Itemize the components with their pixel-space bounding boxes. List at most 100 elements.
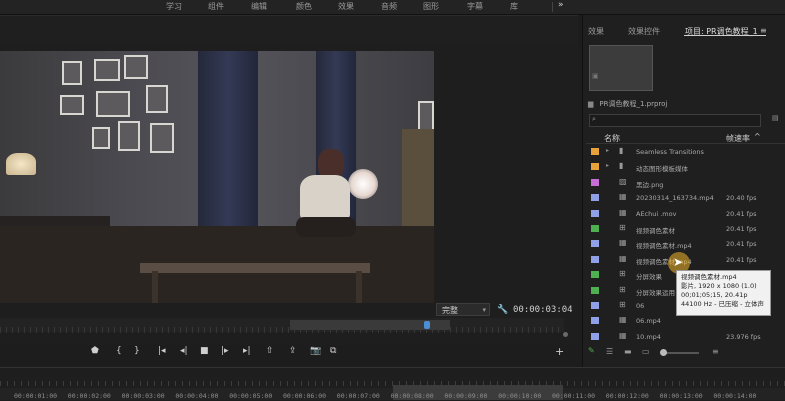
workspace-tab-assembly[interactable]: 组件	[208, 1, 224, 12]
person-body	[300, 175, 350, 219]
freeform-view-icon[interactable]: ▭	[642, 347, 650, 356]
list-item[interactable]: ▦ 20230314_163734.mp4 20.40 fps	[586, 191, 785, 206]
pencil-icon[interactable]: ✎	[588, 346, 595, 355]
wall-frame	[60, 95, 84, 115]
workspace-tab-color[interactable]: 颜色	[296, 1, 312, 12]
extract-icon[interactable]: ⇪	[289, 346, 297, 356]
list-item[interactable]: ▨ 黑边.png	[586, 176, 785, 191]
column-name[interactable]: 名称	[604, 133, 620, 144]
label-color-swatch[interactable]	[591, 163, 599, 171]
label-color-swatch[interactable]	[591, 302, 599, 309]
item-frame-rate: 20.41 fps	[726, 255, 757, 264]
workspace-tab-editing[interactable]: 编辑	[251, 1, 267, 12]
wall-frame	[94, 59, 120, 81]
wall-frame	[118, 121, 140, 151]
expand-chevron-icon[interactable]: ▸	[606, 162, 609, 169]
go-to-out-icon[interactable]: ▸|	[243, 346, 251, 356]
item-name: 06	[636, 302, 645, 310]
list-item[interactable]: ▸ ▮ 动态图形模板媒体	[586, 160, 785, 175]
fit-dropdown[interactable]: 完整 ▾	[436, 303, 490, 316]
lift-icon[interactable]: ⇧	[266, 346, 274, 356]
desk	[140, 263, 370, 273]
clip-icon: ▦	[619, 253, 627, 263]
video-frame[interactable]	[0, 51, 434, 303]
item-name: 10.mp4	[636, 332, 661, 341]
list-item[interactable]: ⊞ 视频调色素材 20.41 fps	[586, 222, 785, 237]
scrubber-end-handle[interactable]	[563, 332, 568, 337]
clip-icon: ▦	[619, 207, 627, 217]
mark-in-icon[interactable]: {	[116, 346, 122, 356]
thumbnail-size-slider[interactable]	[663, 352, 699, 354]
sort-ascending-icon[interactable]: ^	[754, 132, 761, 141]
slider-knob[interactable]	[660, 349, 667, 356]
ruler-timecode: 00:00:14:00	[713, 392, 757, 400]
image-icon: ▨	[619, 176, 627, 186]
workspace-tab-graphics[interactable]: 图形	[423, 1, 439, 12]
sequence-icon: ⊞	[619, 284, 626, 294]
list-view-icon[interactable]: ☰	[606, 347, 613, 356]
expand-chevron-icon[interactable]: ▸	[606, 147, 609, 154]
label-color-swatch[interactable]	[591, 209, 599, 217]
label-color-swatch[interactable]	[591, 148, 599, 155]
icon-view-icon[interactable]: ▬	[624, 347, 632, 356]
label-color-swatch[interactable]	[591, 225, 599, 232]
add-marker-icon[interactable]: ⬟	[91, 346, 99, 356]
export-frame-icon[interactable]: 📷	[310, 346, 321, 356]
step-forward-icon[interactable]: |▸	[221, 346, 229, 356]
list-item[interactable]: ▦ AEchui .mov 20.41 fps	[586, 207, 785, 222]
label-color-swatch[interactable]	[591, 271, 599, 279]
wall-frame	[124, 55, 148, 79]
wall-frame	[418, 101, 434, 131]
step-back-icon[interactable]: ◂|	[180, 346, 188, 356]
mark-out-icon[interactable]: }	[134, 346, 140, 356]
mouse-cursor-icon: ➤	[673, 255, 684, 269]
playhead[interactable]	[424, 321, 430, 329]
comparison-view-icon[interactable]: ⧉	[330, 346, 336, 356]
item-name: 视频调色素材	[636, 227, 675, 235]
label-color-swatch[interactable]	[591, 255, 599, 263]
ruler-timecode: 00:00:11:00	[552, 392, 596, 400]
workspace-tab-effects[interactable]: 效果	[338, 1, 354, 12]
clip-icon: ▦	[619, 315, 627, 325]
wrench-icon[interactable]: 🔧	[497, 305, 508, 315]
wall-frame	[96, 91, 130, 117]
sort-icons-icon[interactable]: ≡	[712, 347, 719, 356]
list-item[interactable]: ▦ 06.mp4	[586, 314, 785, 329]
go-to-in-icon[interactable]: |◂	[158, 346, 166, 356]
search-input[interactable]	[589, 114, 761, 127]
ruler-timecode: 00:00:13:00	[659, 392, 703, 400]
label-color-swatch[interactable]	[591, 332, 599, 340]
ruler-timecode: 00:00:06:00	[283, 392, 327, 400]
list-item[interactable]: ▸ ▮ Seamless Transitions	[586, 145, 785, 160]
ruler-timecode: 00:00:03:00	[121, 392, 165, 400]
wall-frame	[146, 85, 168, 113]
workspace-tab-libraries[interactable]: 库	[510, 1, 518, 12]
clip-icon: ▦	[619, 330, 627, 340]
workspace-tab-learn[interactable]: 学习	[166, 1, 182, 12]
tab-effects[interactable]: 效果	[588, 26, 604, 37]
label-color-swatch[interactable]	[591, 178, 599, 186]
label-color-swatch[interactable]	[591, 194, 599, 202]
add-icon[interactable]: +	[555, 345, 564, 358]
list-item[interactable]: ▦ 10.mp4 23.976 fps	[586, 330, 785, 345]
panel-menu-icon[interactable]: ≡	[760, 26, 767, 35]
label-color-swatch[interactable]	[591, 240, 599, 248]
chair	[296, 217, 356, 237]
clip-icon: ▦	[619, 192, 627, 202]
scrubber-ticks	[0, 327, 564, 333]
stop-icon[interactable]: ■	[200, 346, 209, 356]
more-workspaces-button[interactable]: »	[558, 0, 564, 10]
wall-frame	[150, 123, 174, 153]
label-color-swatch[interactable]	[591, 286, 599, 294]
label-color-swatch[interactable]	[591, 317, 599, 325]
new-bin-icon[interactable]: ▤	[772, 114, 779, 122]
tab-effect-controls[interactable]: 效果控件	[628, 26, 660, 37]
list-item[interactable]: ▦ 视频调色素材.mp4 20.41 fps	[586, 237, 785, 252]
workspace-tab-audio[interactable]: 音频	[381, 1, 397, 12]
workspace-tab-captions[interactable]: 字幕	[467, 1, 483, 12]
column-frame-rate[interactable]: 帧速率	[726, 133, 750, 144]
duration-timecode[interactable]: 00:00:03:04	[513, 305, 573, 315]
folder-icon: ▮	[619, 161, 624, 171]
tooltip-line: 影片, 1920 x 1080 (1.0)	[681, 282, 757, 290]
project-file-label: ▆ PR调色教程_1.prproj	[588, 99, 667, 109]
